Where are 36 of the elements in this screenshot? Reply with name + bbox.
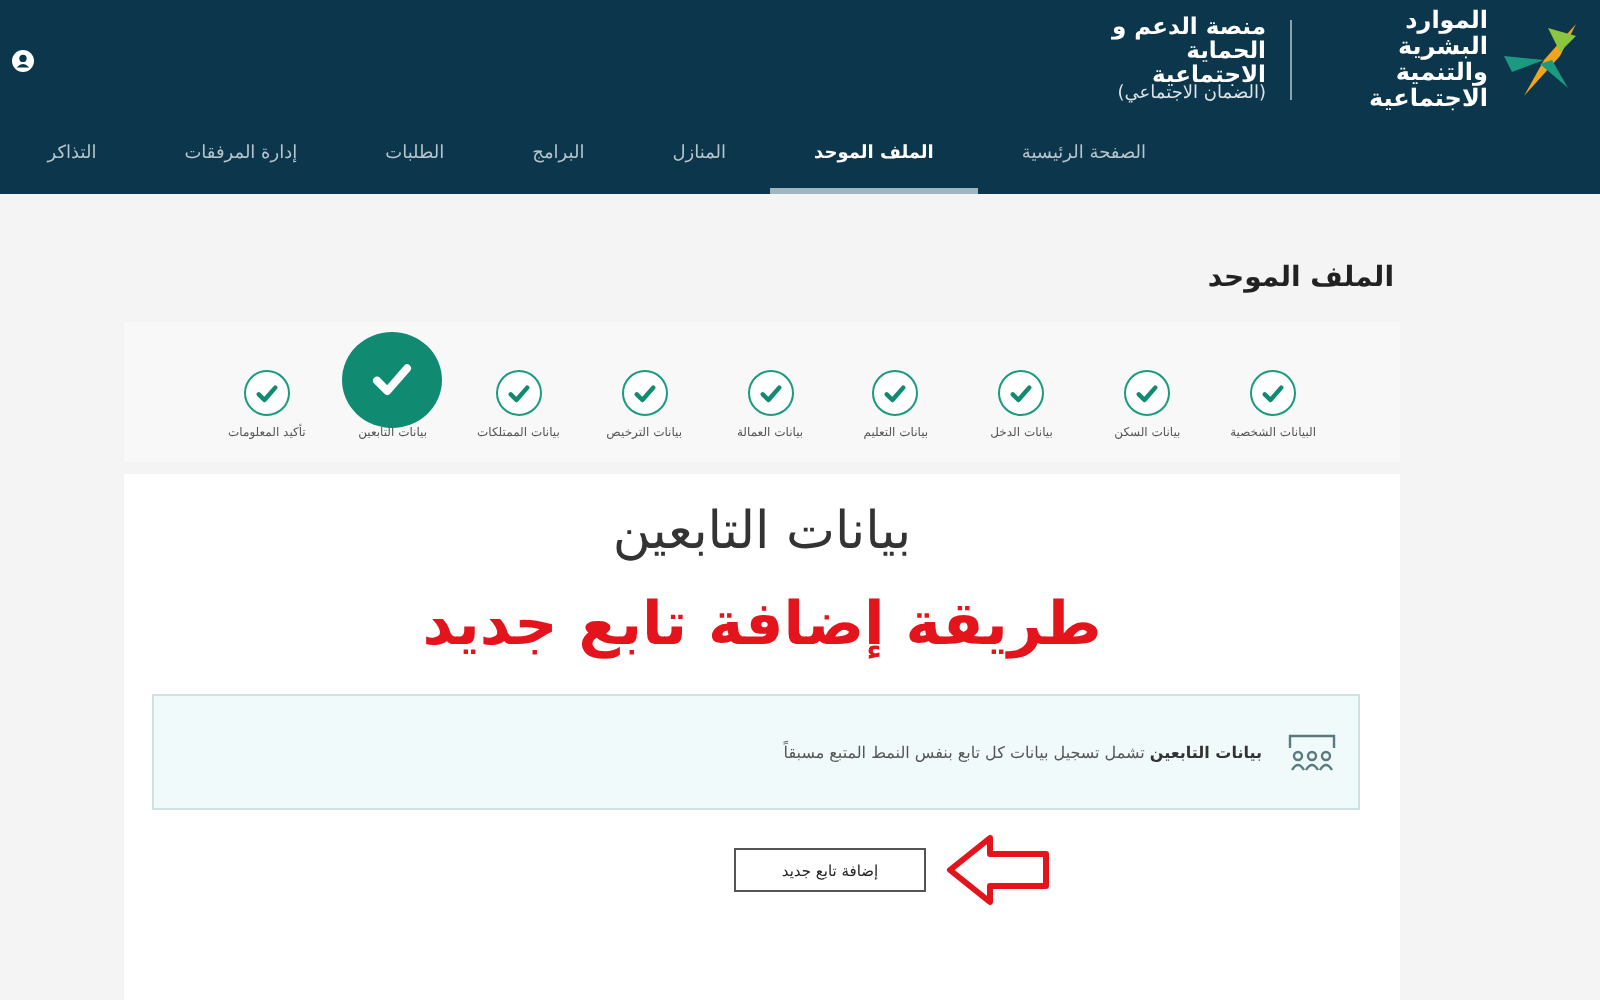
arrow-icon (946, 834, 1050, 906)
step-circle[interactable] (1250, 370, 1297, 416)
logo-text: الموارد البشرية والتنمية الاجتماعية (1366, 7, 1488, 113)
nav-tab[interactable]: الملف الموحد (770, 120, 978, 194)
logo-icon (1500, 20, 1580, 100)
step-circle[interactable] (998, 370, 1045, 416)
step-circle[interactable] (1124, 370, 1171, 416)
section-title: بيانات التابعين (612, 502, 912, 562)
step-circle[interactable] (243, 370, 290, 416)
platform-title: منصة الدعم و الحماية الاجتماعية (1109, 14, 1266, 87)
check-icon (507, 383, 530, 403)
check-icon (884, 383, 907, 403)
step-circle[interactable] (342, 332, 443, 428)
nav-tab[interactable]: المنازل (628, 120, 771, 194)
check-icon (633, 383, 656, 403)
nav-tab[interactable]: الصفحة الرئيسية (977, 120, 1190, 194)
people-icon (1286, 732, 1338, 772)
user-icon[interactable] (12, 49, 34, 71)
nav-tab[interactable]: التذاكر (3, 120, 141, 194)
check-icon (1136, 383, 1159, 403)
platform-subtitle: (الضمان الاجتماعي) (1115, 86, 1266, 106)
check-icon (1010, 383, 1033, 403)
check-icon (759, 383, 781, 403)
check-icon (255, 383, 278, 403)
info-text: بيانات التابعين تشمل تسجيل بيانات كل تابع بنفس النمط المتبع مسبقاً (783, 743, 1262, 761)
annotation-text: طريقة إضافة تابع جديد (422, 590, 1102, 660)
nav-tab[interactable]: البرامج (488, 120, 629, 194)
check-icon (372, 362, 413, 398)
step-circle[interactable] (872, 370, 919, 416)
check-icon (1262, 383, 1285, 403)
step-circle[interactable] (747, 370, 793, 416)
step-circle[interactable] (495, 370, 542, 416)
nav-tab[interactable]: الطلبات (341, 120, 489, 194)
nav-tab[interactable]: إدارة المرفقات (140, 120, 342, 194)
step-circle[interactable] (621, 370, 668, 416)
page-title: الملف الموحد (1205, 262, 1394, 294)
